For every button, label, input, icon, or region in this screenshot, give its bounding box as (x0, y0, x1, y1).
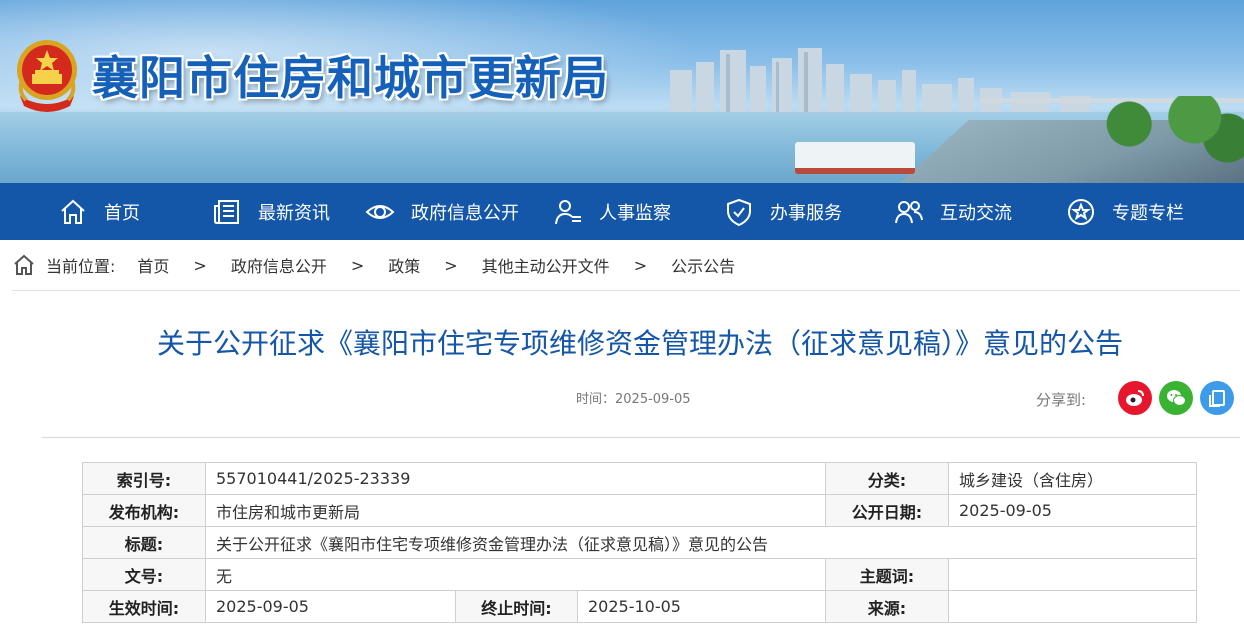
effective-value: 2025-09-05 (205, 590, 456, 623)
nav-item-gov-info[interactable]: 政府信息公开 (365, 183, 519, 240)
doc-no-value: 无 (205, 558, 826, 591)
nav-item-news[interactable]: 最新资讯 (212, 183, 330, 240)
nav-label: 首页 (104, 202, 140, 224)
breadcrumb-separator: > (633, 255, 648, 275)
breadcrumb-link-notices[interactable]: 公示公告 (671, 253, 735, 277)
breadcrumb-link-other-docs[interactable]: 其他主动公开文件 (482, 253, 610, 277)
national-emblem-icon (17, 40, 77, 112)
document-info-table: 索引号: 557010441/2025-23339 分类: 城乡建设（含住房） … (82, 462, 1197, 623)
nav-label: 政府信息公开 (411, 202, 519, 224)
share-copy-button[interactable] (1200, 381, 1234, 415)
site-title: 襄阳市住房和城市更新局 (92, 51, 609, 105)
main-nav: 首页 最新资讯 政府信息公开 人事监察 办事服务 互动交流 专题专栏 (0, 183, 1244, 240)
breadcrumb-link-home[interactable]: 首页 (137, 253, 169, 277)
breadcrumb-separator: > (350, 255, 365, 275)
home-icon (14, 254, 34, 275)
open-date-label: 公开日期: (825, 494, 949, 527)
publisher-label: 发布机构: (82, 494, 206, 527)
nav-item-services[interactable]: 办事服务 (724, 183, 842, 240)
copy-icon (1209, 390, 1225, 407)
title-value: 关于公开征求《襄阳市住宅专项维修资金管理办法（征求意见稿）》意见的公告 (205, 526, 1197, 559)
share-weibo-button[interactable] (1118, 381, 1152, 415)
home-icon (61, 199, 85, 224)
share-label: 分享到: (1036, 391, 1087, 409)
table-row: 标题: 关于公开征求《襄阳市住宅专项维修资金管理办法（征求意见稿）》意见的公告 (82, 526, 1197, 559)
divider (12, 290, 1240, 291)
weibo-icon (1126, 390, 1144, 406)
doc-no-label: 文号: (82, 558, 206, 591)
breadcrumb-link-gov-info[interactable]: 政府信息公开 (231, 253, 327, 277)
breadcrumb-link-policy[interactable]: 政策 (388, 253, 420, 277)
nav-label: 专题专栏 (1112, 202, 1184, 224)
trees (1080, 96, 1244, 166)
shield-check-icon (727, 198, 751, 226)
header-banner: 襄阳市住房和城市更新局 (0, 0, 1244, 183)
source-value (948, 590, 1197, 623)
category-label: 分类: (825, 462, 949, 495)
subject-value (948, 558, 1197, 591)
nav-label: 办事服务 (770, 202, 842, 224)
nav-label: 人事监察 (599, 202, 671, 224)
star-icon (1068, 198, 1094, 225)
table-row: 发布机构: 市住房和城市更新局 公开日期: 2025-09-05 (82, 494, 1197, 527)
nav-label: 最新资讯 (258, 202, 330, 224)
subject-label: 主题词: (825, 558, 949, 591)
breadcrumb: 当前位置: 首页 > 政府信息公开 > 政策 > 其他主动公开文件 > 公示公告 (12, 252, 735, 278)
wechat-icon (1167, 390, 1186, 406)
nav-item-special[interactable]: 专题专栏 (1066, 183, 1184, 240)
breadcrumb-separator: > (444, 255, 458, 275)
nav-item-interaction[interactable]: 互动交流 (894, 183, 1012, 240)
open-date-value: 2025-09-05 (948, 494, 1197, 527)
article-title: 关于公开征求《襄阳市住宅专项维修资金管理办法（征求意见稿）》意见的公告 (156, 327, 1123, 360)
source-label: 来源: (825, 590, 949, 623)
index-no-value: 557010441/2025-23339 (205, 462, 826, 495)
person-icon (555, 199, 581, 224)
divider (42, 437, 1240, 438)
title-label: 标题: (82, 526, 206, 559)
publish-time: 时间：2025-09-05 (576, 392, 691, 407)
end-label: 终止时间: (455, 590, 578, 623)
ferry-boat (795, 142, 915, 174)
effective-label: 生效时间: (82, 590, 206, 623)
people-icon (895, 200, 923, 223)
nav-item-home[interactable]: 首页 (58, 183, 140, 240)
nav-label: 互动交流 (940, 202, 1012, 224)
breadcrumb-separator: > (193, 255, 207, 275)
publisher-value: 市住房和城市更新局 (205, 494, 826, 527)
share-wechat-button[interactable] (1159, 381, 1193, 415)
table-row: 索引号: 557010441/2025-23339 分类: 城乡建设（含住房） (82, 462, 1197, 495)
index-no-label: 索引号: (82, 462, 206, 495)
table-row: 生效时间: 2025-09-05 终止时间: 2025-10-05 来源: (82, 590, 1197, 623)
end-value: 2025-10-05 (577, 590, 826, 623)
category-value: 城乡建设（含住房） (948, 462, 1197, 495)
table-row: 文号: 无 主题词: (82, 558, 1197, 591)
newspaper-icon (214, 199, 239, 224)
nav-item-personnel[interactable]: 人事监察 (553, 183, 671, 240)
eye-icon (365, 204, 395, 219)
breadcrumb-label: 当前位置: (46, 257, 116, 276)
